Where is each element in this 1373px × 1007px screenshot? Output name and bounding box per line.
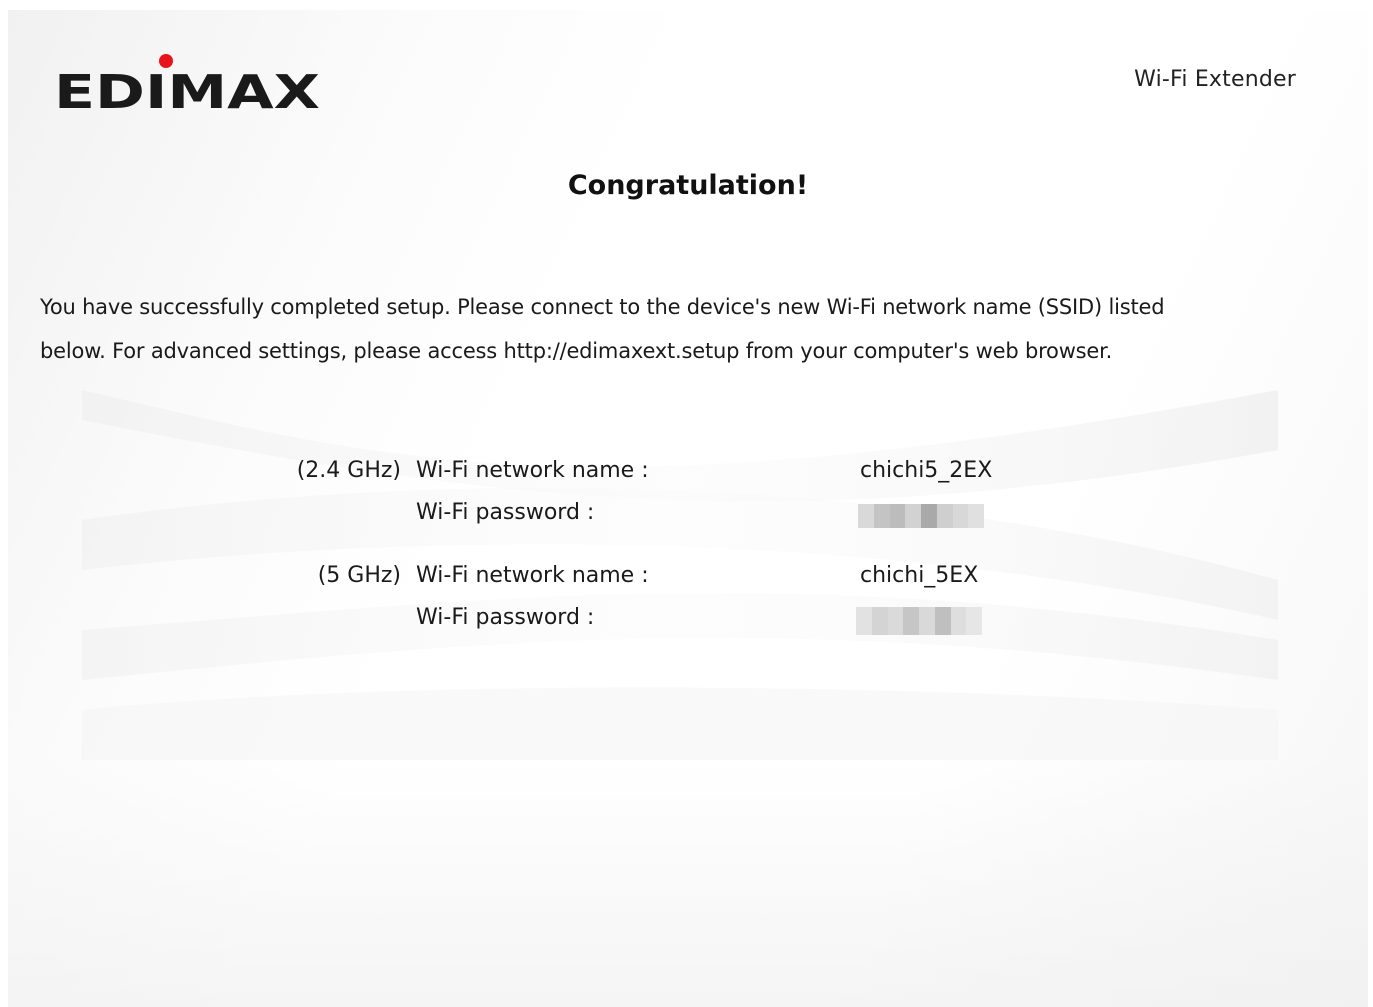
message-line-2: below. For advanced settings, please acc… bbox=[40, 339, 1113, 363]
page-title: Congratulation! bbox=[567, 170, 809, 201]
band-label-2-4ghz: (2.4 GHz) bbox=[296, 458, 401, 483]
product-name: Wi-Fi Extender bbox=[1134, 67, 1296, 92]
password-value-blurred-2-4ghz bbox=[858, 504, 984, 528]
edimax-logo: EDIMAX bbox=[54, 54, 320, 114]
ssid-value-2-4ghz: chichi5_2EX bbox=[860, 458, 993, 483]
password-label: Wi-Fi password : bbox=[416, 605, 595, 630]
password-label: Wi-Fi password : bbox=[416, 500, 595, 525]
network-row-2-4ghz-password: Wi-Fi password : bbox=[8, 500, 1368, 530]
ssid-value-5ghz: chichi_5EX bbox=[860, 563, 979, 588]
network-row-5ghz-password: Wi-Fi password : bbox=[8, 605, 1368, 635]
network-row-2-4ghz-ssid: (2.4 GHz) Wi-Fi network name : chichi5_2… bbox=[8, 458, 1368, 488]
ssid-label: Wi-Fi network name : bbox=[416, 563, 649, 588]
network-row-5ghz-ssid: (5 GHz) Wi-Fi network name : chichi_5EX bbox=[8, 563, 1368, 593]
message-line-1: You have successfully completed setup. P… bbox=[40, 295, 1165, 319]
password-value-blurred-5ghz bbox=[856, 607, 982, 635]
ssid-label: Wi-Fi network name : bbox=[416, 458, 649, 483]
setup-complete-page: EDIMAX Wi-Fi Extender Congratulation! Yo… bbox=[8, 10, 1368, 1007]
svg-text:EDIMAX: EDIMAX bbox=[54, 65, 320, 114]
setup-complete-message: You have successfully completed setup. P… bbox=[40, 285, 1330, 373]
band-label-5ghz: (5 GHz) bbox=[317, 563, 401, 588]
